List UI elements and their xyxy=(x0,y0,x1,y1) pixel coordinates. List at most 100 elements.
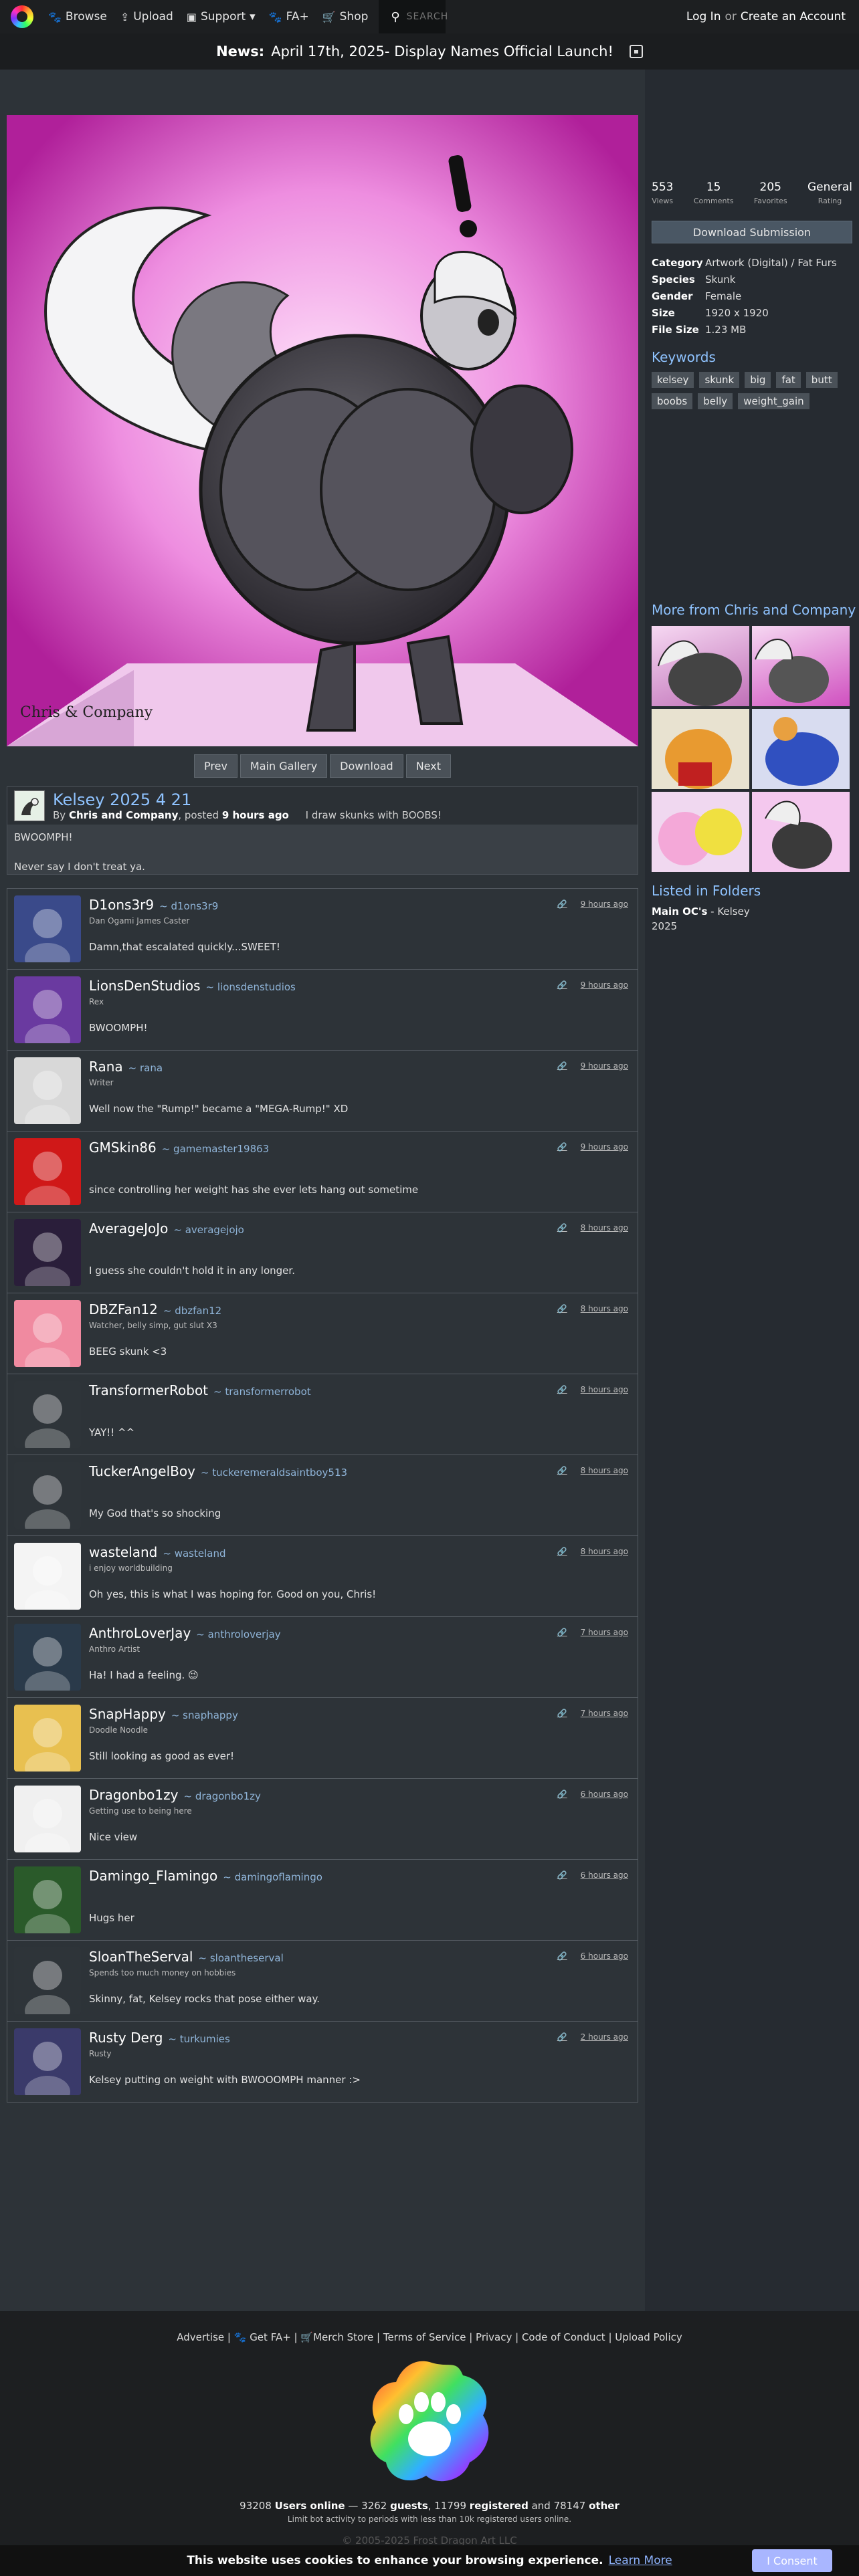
keyword-tag[interactable]: big xyxy=(745,372,771,388)
link-icon[interactable]: 🔗 xyxy=(557,2032,567,2042)
commenter-display-name[interactable]: TuckerAngelBoy xyxy=(89,1463,195,1479)
commenter-avatar[interactable] xyxy=(14,1786,81,1852)
commenter-display-name[interactable]: Rusty Derg xyxy=(89,2030,163,2046)
link-icon[interactable]: 🔗 xyxy=(557,1628,567,1637)
keyword-tag[interactable]: weight_gain xyxy=(738,393,809,409)
commenter-avatar[interactable] xyxy=(14,2028,81,2095)
commenter-avatar[interactable] xyxy=(14,1219,81,1286)
commenter-avatar[interactable] xyxy=(14,895,81,962)
gallery-thumbnail[interactable] xyxy=(752,626,850,706)
download-submission-button[interactable]: Download Submission xyxy=(652,221,852,243)
link-icon[interactable]: 🔗 xyxy=(557,1709,567,1718)
merch-store-link[interactable]: 🛒Merch Store xyxy=(300,2331,373,2343)
link-icon[interactable]: 🔗 xyxy=(557,1547,567,1556)
commenter-display-name[interactable]: DBZFan12 xyxy=(89,1301,158,1317)
keyword-tag[interactable]: boobs xyxy=(652,393,693,409)
commenter-display-name[interactable]: wasteland xyxy=(89,1544,157,1560)
commenter-handle[interactable]: ~ rana xyxy=(128,1062,163,1074)
commenter-handle[interactable]: ~ lionsdenstudios xyxy=(206,981,296,993)
commenter-avatar[interactable] xyxy=(14,1705,81,1772)
commenter-handle[interactable]: ~ d1ons3r9 xyxy=(159,900,218,912)
commenter-avatar[interactable] xyxy=(14,1300,81,1367)
link-icon[interactable]: 🔗 xyxy=(557,1385,567,1394)
commenter-avatar[interactable] xyxy=(14,1866,81,1933)
commenter-handle[interactable]: ~ dbzfan12 xyxy=(163,1305,221,1317)
commenter-handle[interactable]: ~ gamemaster19863 xyxy=(162,1143,270,1155)
commenter-display-name[interactable]: SnapHappy xyxy=(89,1706,166,1722)
keyword-tag[interactable]: butt xyxy=(805,372,838,388)
commenter-display-name[interactable]: Dragonbo1zy xyxy=(89,1787,178,1803)
commenter-display-name[interactable]: GMSkin86 xyxy=(89,1140,157,1156)
link-icon[interactable]: 🔗 xyxy=(557,1142,567,1152)
commenter-avatar[interactable] xyxy=(14,1947,81,2014)
commenter-display-name[interactable]: Rana xyxy=(89,1059,123,1075)
learn-more-link[interactable]: Learn More xyxy=(609,2554,672,2567)
link-icon[interactable]: 🔗 xyxy=(557,899,567,909)
dismiss-news-icon[interactable] xyxy=(629,45,643,58)
gallery-thumbnail[interactable] xyxy=(652,792,749,872)
download-button[interactable]: Download xyxy=(330,754,403,778)
link-icon[interactable]: 🔗 xyxy=(557,1061,567,1071)
gallery-thumbnail[interactable] xyxy=(752,792,850,872)
login-link[interactable]: Log In xyxy=(686,10,721,23)
keyword-tag[interactable]: skunk xyxy=(699,372,740,388)
link-icon[interactable]: 🔗 xyxy=(557,1466,567,1475)
commenter-avatar[interactable] xyxy=(14,1543,81,1610)
code-of-conduct-link[interactable]: Code of Conduct xyxy=(522,2331,605,2343)
artist-avatar[interactable] xyxy=(14,790,45,821)
commenter-handle[interactable]: ~ tuckeremeraldsaintboy513 xyxy=(201,1467,347,1479)
folder-entry[interactable]: Main OC's - Kelsey 2025 xyxy=(652,904,750,934)
gallery-thumbnail[interactable] xyxy=(652,709,749,789)
commenter-handle[interactable]: ~ snaphappy xyxy=(171,1709,238,1721)
commenter-handle[interactable]: ~ sloantheserval xyxy=(199,1952,284,1964)
consent-button[interactable]: I Consent xyxy=(752,2549,832,2572)
upload-link[interactable]: ⇪ Upload xyxy=(114,0,180,33)
browse-link[interactable]: 🐾 Browse xyxy=(41,0,114,33)
commenter-display-name[interactable]: LionsDenStudios xyxy=(89,978,201,994)
advertise-link[interactable]: Advertise xyxy=(177,2331,224,2343)
commenter-display-name[interactable]: AverageJoJo xyxy=(89,1220,168,1237)
commenter-handle[interactable]: ~ turkumies xyxy=(168,2033,229,2045)
search-input[interactable] xyxy=(406,11,454,22)
commenter-handle[interactable]: ~ anthroloverjay xyxy=(196,1628,280,1640)
next-button[interactable]: Next xyxy=(405,754,451,778)
link-icon[interactable]: 🔗 xyxy=(557,1790,567,1799)
commenter-avatar[interactable] xyxy=(14,1381,81,1448)
commenter-handle[interactable]: ~ transformerrobot xyxy=(213,1386,311,1398)
commenter-avatar[interactable] xyxy=(14,1057,81,1124)
gallery-thumbnail[interactable] xyxy=(652,626,749,706)
commenter-avatar[interactable] xyxy=(14,1138,81,1205)
link-icon[interactable]: 🔗 xyxy=(557,1951,567,1961)
commenter-handle[interactable]: ~ damingoflamingo xyxy=(223,1871,322,1883)
shop-link[interactable]: 🛒 Shop xyxy=(316,0,375,33)
link-icon[interactable]: 🔗 xyxy=(557,1870,567,1880)
commenter-avatar[interactable] xyxy=(14,1624,81,1691)
privacy-link[interactable]: Privacy xyxy=(476,2331,512,2343)
keyword-tag[interactable]: kelsey xyxy=(652,372,694,388)
link-icon[interactable]: 🔗 xyxy=(557,1304,567,1313)
support-menu[interactable]: ▣ Support ▾ xyxy=(180,0,262,33)
commenter-display-name[interactable]: SloanTheServal xyxy=(89,1949,193,1965)
commenter-display-name[interactable]: TransformerRobot xyxy=(89,1382,208,1398)
keyword-tag[interactable]: fat xyxy=(776,372,801,388)
faplus-link[interactable]: 🐾 FA+ xyxy=(262,0,316,33)
link-icon[interactable]: 🔗 xyxy=(557,1223,567,1232)
news-text[interactable]: April 17th, 2025- Display Names Official… xyxy=(271,43,613,60)
prev-button[interactable]: Prev xyxy=(194,754,237,778)
commenter-avatar[interactable] xyxy=(14,1462,81,1529)
submission-image[interactable]: Chris & Company xyxy=(7,115,638,746)
commenter-display-name[interactable]: Damingo_Flamingo xyxy=(89,1868,217,1884)
upload-policy-link[interactable]: Upload Policy xyxy=(615,2331,682,2343)
keyword-tag[interactable]: belly xyxy=(698,393,733,409)
terms-link[interactable]: Terms of Service xyxy=(383,2331,466,2343)
more-from-artist-link[interactable]: Chris and Company xyxy=(725,602,856,618)
commenter-display-name[interactable]: AnthroLoverJay xyxy=(89,1625,191,1641)
main-gallery-button[interactable]: Main Gallery xyxy=(240,754,328,778)
get-faplus-link[interactable]: 🐾 Get FA+ xyxy=(234,2331,291,2343)
commenter-display-name[interactable]: D1ons3r9 xyxy=(89,897,154,913)
commenter-handle[interactable]: ~ wasteland xyxy=(163,1547,225,1560)
create-account-link[interactable]: Create an Account xyxy=(741,10,846,23)
commenter-handle[interactable]: ~ dragonbo1zy xyxy=(183,1790,260,1802)
commenter-avatar[interactable] xyxy=(14,976,81,1043)
site-logo[interactable] xyxy=(11,5,33,28)
